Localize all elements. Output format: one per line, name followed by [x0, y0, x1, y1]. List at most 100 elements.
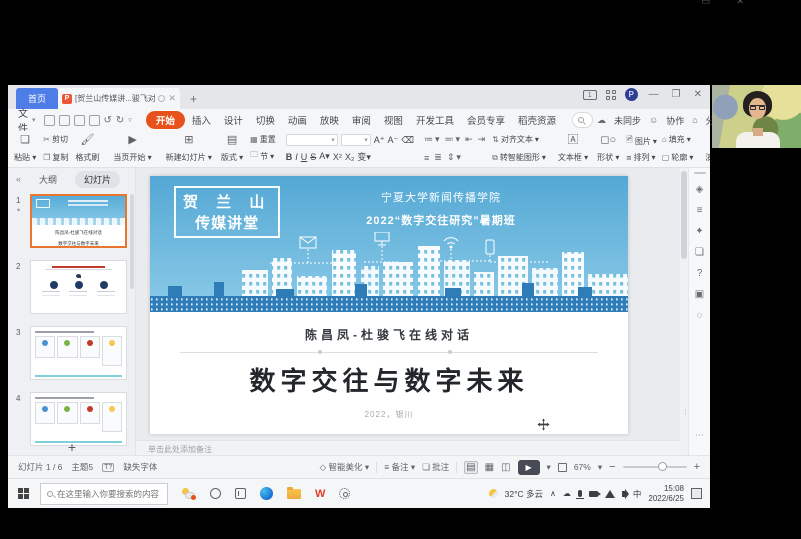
panel-tab-outline[interactable]: 大纲 [39, 173, 57, 186]
taskbar-search-box[interactable] [40, 483, 168, 505]
layout-button[interactable]: ▤ 版式 ▾ [219, 133, 245, 164]
fill-button[interactable]: ⌂填充 ▾ [662, 134, 694, 145]
image-panel-icon[interactable]: ▣ [695, 290, 704, 300]
reset-button[interactable]: ▦重置 [250, 134, 276, 145]
ribbon-tab-home[interactable]: 开始 [146, 111, 185, 129]
smart-graphic-button[interactable]: ⧉转智能图形 ▾ [492, 152, 546, 163]
microphone-icon[interactable] [578, 490, 582, 497]
number-list-icon[interactable]: ≕▾ [445, 134, 463, 145]
output-icon[interactable] [59, 115, 70, 126]
theme-label[interactable]: 主题5 [71, 461, 93, 473]
align-left-icon[interactable]: ≡ [424, 153, 431, 163]
ribbon-tab-transition[interactable]: 切换 [250, 111, 281, 129]
notes-button[interactable]: ≡ 备注 ▾ [384, 461, 415, 473]
cloud-tray-icon[interactable]: ☁ [563, 489, 571, 498]
settings-app-icon[interactable] [339, 488, 350, 499]
present-tools-button[interactable]: 🖵 演示工具 ▾ [703, 133, 710, 164]
underline-button[interactable]: U [301, 152, 308, 162]
fit-slide-icon[interactable] [558, 463, 567, 472]
zoom-level[interactable]: 67% [574, 462, 591, 472]
sync-status[interactable]: 未同步 [614, 114, 641, 127]
indent-decrease-icon[interactable]: ⇤ [465, 134, 475, 145]
command-search-box[interactable] [572, 112, 593, 128]
rail-more-icon[interactable]: ⋯ [695, 430, 704, 441]
normal-view-icon[interactable]: ▤ [464, 461, 477, 474]
italic-button[interactable]: I [295, 152, 298, 162]
ribbon-tab-design[interactable]: 设计 [218, 111, 249, 129]
ribbon-tab-docer[interactable]: 稻壳资源 [512, 111, 562, 129]
ribbon-tab-slideshow[interactable]: 放映 [314, 111, 345, 129]
line-spacing-icon[interactable]: ⇕▾ [447, 152, 463, 163]
ribbon-tab-view[interactable]: 视图 [378, 111, 409, 129]
minimize-button[interactable]: — [647, 89, 661, 100]
bold-button[interactable]: B [286, 152, 293, 162]
font-color-button[interactable]: A▾ [319, 151, 330, 162]
preview-icon[interactable] [89, 115, 100, 126]
align-center-icon[interactable]: ≣ [434, 152, 444, 163]
subscript-button[interactable]: X₂ [345, 152, 355, 162]
zoom-in-button[interactable]: + [694, 461, 700, 473]
close-tab-icon[interactable]: ✕ [168, 93, 176, 104]
print-icon[interactable] [74, 115, 85, 126]
panel-tab-slides[interactable]: 幻灯片 [75, 171, 120, 188]
text-effect-button[interactable]: 变▾ [357, 150, 371, 163]
zoom-slider[interactable] [623, 466, 687, 468]
cut-button[interactable]: ✂剪切 [43, 134, 68, 145]
task-view-icon[interactable] [235, 488, 246, 499]
shapes-button[interactable]: ◻○ 形状 ▾ [595, 133, 621, 164]
close-button[interactable]: ✕ [692, 89, 704, 100]
volume-icon[interactable] [622, 491, 626, 497]
weather-text[interactable]: 32°C 多云 [505, 488, 543, 500]
tab-document[interactable]: P [贺兰山传媒讲...骏飞对话的设想 ✕ [58, 88, 180, 109]
slideshow-play-button[interactable]: ▶ [518, 460, 540, 475]
zoom-caret[interactable]: ▾ [598, 462, 602, 473]
notes-placeholder[interactable]: 单击此处添加备注 [136, 440, 680, 455]
missing-font-label[interactable]: 缺失字体 [123, 461, 157, 473]
play-from-current-button[interactable]: ▶ 当页开始 ▾ [111, 133, 153, 164]
beautify-icon[interactable]: ✦ [695, 227, 703, 237]
collab-button[interactable]: 协作 [666, 114, 684, 127]
ribbon-tab-insert[interactable]: 插入 [186, 111, 217, 129]
file-explorer-icon[interactable] [287, 489, 301, 499]
font-size-select[interactable]: ▾ [341, 134, 371, 146]
settings-icon[interactable]: ◌ [697, 311, 703, 321]
single-tab-view-icon[interactable]: 1 [583, 90, 597, 100]
comments-button[interactable]: ❏ 批注 [422, 461, 449, 473]
slide-dialogue-line[interactable]: 陈昌凤-杜骏飞在线对话 [150, 326, 628, 343]
clock[interactable]: 15:08 2022/6/25 [648, 484, 684, 504]
font-name-select[interactable]: ▾ [286, 134, 338, 146]
tab-grid-icon[interactable] [606, 90, 616, 100]
wps-account-avatar[interactable]: P [625, 88, 638, 101]
canvas-scrollbar[interactable]: ⋮ [680, 168, 688, 455]
sorter-view-icon[interactable]: ▦ [485, 462, 494, 473]
section-button[interactable]: 🗀节 ▾ [250, 149, 276, 163]
zoom-slider-knob[interactable] [658, 462, 667, 471]
format-painter-button[interactable]: 🖌 格式刷 [73, 133, 101, 164]
wps-app-icon[interactable]: W [315, 488, 325, 500]
slide-1-canvas[interactable]: 贺 兰 山 传媒讲堂 宁夏大学新闻传播学院 2022“数字交往研究”暑期班 陈昌… [150, 176, 628, 434]
restore-button[interactable]: ❐ [670, 89, 683, 100]
layers-icon[interactable]: ❏ [695, 248, 704, 258]
slide-main-title[interactable]: 数字交往与数字未来 [150, 361, 628, 398]
new-tab-button[interactable]: + [190, 92, 197, 109]
panel-scrollbar[interactable] [130, 194, 134, 289]
arrange-button[interactable]: ⧈排列 ▾ [626, 152, 656, 163]
undo-icon[interactable]: ↺ [104, 115, 112, 126]
increase-font-icon[interactable]: A⁺ [374, 135, 385, 146]
slide-thumbnail-2[interactable] [30, 260, 127, 314]
panel-collapse-icon[interactable]: « [16, 174, 21, 184]
bullet-list-icon[interactable]: ≔▾ [424, 134, 442, 145]
play-options-caret[interactable]: ▾ [547, 462, 551, 473]
style-icon[interactable]: ◈ [696, 185, 704, 195]
outline-button[interactable]: ▢轮廓 ▾ [662, 152, 694, 163]
properties-icon[interactable]: ≡ [697, 206, 703, 216]
slide-footer-text[interactable]: 2022，银川 [150, 409, 628, 420]
picture-button[interactable]: 🖻图片 ▾ [626, 134, 656, 148]
copy-button[interactable]: ❐复制 [43, 152, 68, 163]
ribbon-tab-animation[interactable]: 动画 [282, 111, 313, 129]
ribbon-tab-member[interactable]: 会员专享 [461, 111, 511, 129]
save-icon[interactable] [44, 115, 55, 126]
rail-handle[interactable] [694, 172, 706, 174]
camera-icon[interactable] [589, 491, 598, 497]
start-button[interactable] [18, 488, 30, 500]
